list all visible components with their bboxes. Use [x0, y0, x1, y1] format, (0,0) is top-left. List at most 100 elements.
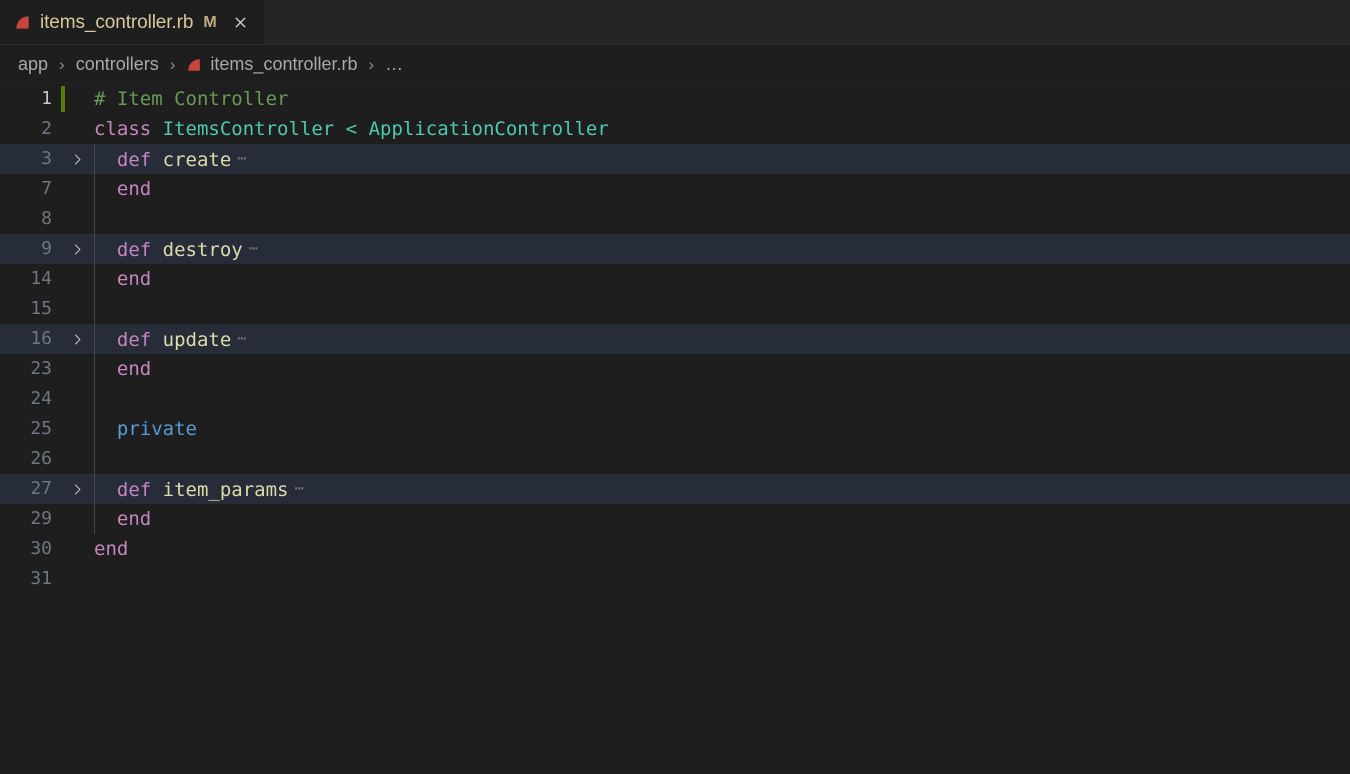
code-line-content: class ItemsController < ApplicationContr… — [94, 114, 1350, 144]
editor-gutter: 9 — [0, 234, 94, 264]
fold-ellipsis-marker[interactable]: ⋯ — [231, 149, 247, 167]
editor-gutter: 31 — [0, 564, 94, 594]
close-icon[interactable] — [230, 12, 252, 34]
code-line-content: def destroy ⋯ — [94, 233, 1350, 265]
code-token: def — [94, 239, 163, 261]
chevron-right-icon[interactable] — [68, 474, 86, 504]
ruby-file-icon — [16, 16, 29, 29]
code-token: item_params — [162, 479, 289, 501]
code-token: create — [162, 149, 232, 171]
git-added-indicator — [61, 86, 65, 112]
code-line[interactable]: 8 — [0, 204, 1350, 234]
code-token: end — [94, 358, 152, 380]
code-line-content: end — [94, 354, 1350, 384]
chevron-right-icon[interactable] — [68, 324, 86, 354]
line-number: 8 — [41, 208, 52, 229]
tab-dirty-badge: M — [203, 13, 217, 31]
editor-gutter: 24 — [0, 384, 94, 414]
code-token: destroy — [162, 239, 243, 261]
code-token: class — [94, 118, 163, 140]
editor-tab-items-controller[interactable]: items_controller.rb M — [0, 0, 264, 45]
code-line[interactable]: 31 — [0, 564, 1350, 594]
code-line[interactable]: 23 end — [0, 354, 1350, 384]
line-number: 24 — [30, 388, 52, 409]
editor-gutter: 30 — [0, 534, 94, 564]
editor-gutter: 14 — [0, 264, 94, 294]
fold-ellipsis-marker[interactable]: ⋯ — [288, 479, 304, 497]
editor-gutter: 23 — [0, 354, 94, 384]
code-line-content: # Item Controller — [94, 84, 1350, 114]
ruby-file-icon — [188, 58, 201, 71]
chevron-right-icon[interactable] — [68, 144, 86, 174]
code-line[interactable]: 15 — [0, 294, 1350, 324]
line-number: 30 — [30, 538, 52, 559]
code-token: end — [94, 178, 152, 200]
chevron-right-icon: › — [368, 54, 375, 74]
code-token: private — [94, 418, 197, 440]
code-line[interactable]: 7 end — [0, 174, 1350, 204]
code-line-content: def item_params ⋯ — [94, 473, 1350, 505]
code-token: update — [162, 329, 232, 351]
line-number: 25 — [30, 418, 52, 439]
code-line-content: end — [94, 264, 1350, 294]
breadcrumb-label: app — [18, 54, 49, 74]
editor-gutter: 27 — [0, 474, 94, 504]
code-line[interactable]: 14 end — [0, 264, 1350, 294]
line-number: 29 — [30, 508, 52, 529]
code-line-content: def update ⋯ — [94, 323, 1350, 355]
chevron-right-icon: › — [169, 54, 176, 74]
editor-gutter: 29 — [0, 504, 94, 534]
code-token: # Item Controller — [94, 88, 289, 110]
code-token: end — [94, 508, 152, 530]
code-line-content: private — [94, 414, 1350, 444]
breadcrumb-item-file[interactable]: items_controller.rb — [182, 52, 361, 77]
line-number: 9 — [41, 238, 52, 259]
code-line[interactable]: 26 — [0, 444, 1350, 474]
code-line[interactable]: 2 class ItemsController < ApplicationCont… — [0, 114, 1350, 144]
code-token: end — [94, 538, 129, 560]
breadcrumb-label: … — [385, 54, 404, 74]
line-number: 27 — [30, 478, 52, 499]
editor-tab-label: items_controller.rb — [40, 11, 194, 33]
code-line[interactable]: 1 # Item Controller — [0, 84, 1350, 114]
breadcrumb-item-controllers[interactable]: controllers — [72, 52, 163, 77]
editor-gutter: 25 — [0, 414, 94, 444]
code-line-content: end — [94, 534, 1350, 564]
breadcrumb-item-symbol-overflow[interactable]: … — [381, 52, 407, 77]
line-number: 26 — [30, 448, 52, 469]
breadcrumb: app › controllers › items_controller.rb … — [0, 45, 1350, 84]
indent-guide — [94, 144, 95, 534]
line-number: 1 — [41, 88, 52, 109]
code-line-content: end — [94, 174, 1350, 204]
line-number: 14 — [30, 268, 52, 289]
code-token: < — [345, 118, 369, 140]
line-number: 16 — [30, 328, 52, 349]
code-line-content: end — [94, 504, 1350, 534]
code-line[interactable]: 25 private — [0, 414, 1350, 444]
line-number: 23 — [30, 358, 52, 379]
code-editor[interactable]: 1 # Item Controller 2 class ItemsController… — [0, 84, 1350, 774]
code-line[interactable]: 30 end — [0, 534, 1350, 564]
line-number: 2 — [41, 118, 52, 139]
editor-gutter: 16 — [0, 324, 94, 354]
chevron-right-icon[interactable] — [68, 234, 86, 264]
code-line[interactable]: 16 def update ⋯ — [0, 324, 1350, 354]
code-line[interactable]: 9 def destroy ⋯ — [0, 234, 1350, 264]
breadcrumb-label: items_controller.rb — [210, 54, 358, 74]
editor-gutter: 15 — [0, 294, 94, 324]
fold-ellipsis-marker[interactable]: ⋯ — [243, 239, 259, 257]
breadcrumb-item-app[interactable]: app — [14, 52, 52, 77]
code-line[interactable]: 27 def item_params ⋯ — [0, 474, 1350, 504]
editor-gutter: 8 — [0, 204, 94, 234]
code-token: ApplicationController — [368, 118, 609, 140]
editor-gutter: 7 — [0, 174, 94, 204]
diagnostic-squiggle — [94, 106, 110, 111]
line-number: 7 — [41, 178, 52, 199]
code-line[interactable]: 29 end — [0, 504, 1350, 534]
line-number: 3 — [41, 148, 52, 169]
fold-ellipsis-marker[interactable]: ⋯ — [231, 329, 247, 347]
code-token: def — [94, 149, 163, 171]
code-line[interactable]: 3 def create ⋯ — [0, 144, 1350, 174]
code-line[interactable]: 24 — [0, 384, 1350, 414]
editor-gutter: 26 — [0, 444, 94, 474]
